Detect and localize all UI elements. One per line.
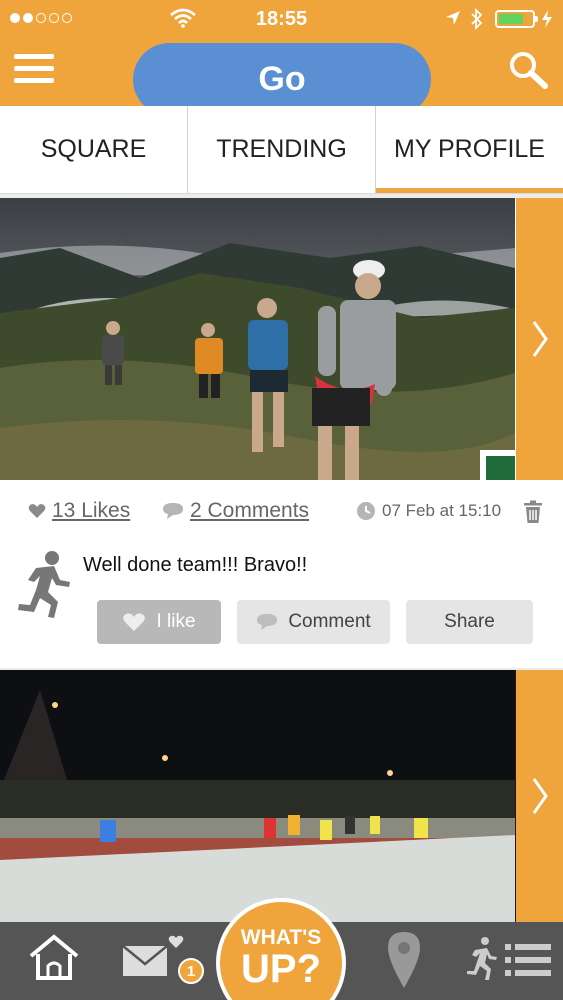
post-actions: I like Comment Share: [97, 600, 533, 644]
post-text: Well done team!!! Bravo!!: [83, 554, 308, 576]
heart-icon: [123, 613, 146, 631]
next-photo-button[interactable]: [516, 198, 563, 480]
post-photo-night-track[interactable]: [0, 670, 515, 922]
speech-bubble-icon: [257, 614, 278, 630]
battery-icon: [495, 10, 538, 28]
comment-button-label: Comment: [288, 611, 371, 632]
tab-trending[interactable]: TRENDING: [188, 106, 376, 193]
tab-bar: SQUARE TRENDING MY PROFILE: [0, 106, 563, 194]
whats-up-line2: UP?: [241, 947, 321, 991]
runner-avatar-icon: [18, 551, 70, 618]
charging-icon: [542, 10, 552, 28]
post-photo-trail-runners[interactable]: [0, 198, 515, 480]
search-icon[interactable]: [507, 50, 549, 90]
comment-button[interactable]: Comment: [237, 600, 390, 644]
like-button-label: I like: [156, 611, 196, 632]
share-button[interactable]: Share: [406, 600, 533, 644]
next-photo-button[interactable]: [516, 670, 563, 922]
chevron-right-icon: [532, 778, 548, 814]
post-date: 07 Feb at 15:10: [356, 501, 501, 521]
tab-my-profile[interactable]: MY PROFILE: [376, 106, 563, 193]
trash-icon[interactable]: [522, 500, 544, 524]
share-button-label: Share: [444, 611, 495, 632]
comments-count[interactable]: 2 Comments: [190, 499, 309, 523]
hamburger-menu-icon[interactable]: [14, 54, 54, 84]
bluetooth-icon: [471, 8, 483, 30]
chevron-right-icon: [532, 321, 548, 357]
clock-icon: [357, 502, 375, 520]
likes-count[interactable]: 13 Likes: [52, 499, 130, 523]
tab-square[interactable]: SQUARE: [0, 106, 188, 193]
likes-link[interactable]: 13 Likes: [28, 499, 130, 523]
messages-badge: 1: [178, 958, 204, 984]
speech-bubble-icon: [163, 503, 183, 519]
comments-link[interactable]: 2 Comments: [162, 499, 309, 523]
heart-icon: [28, 504, 46, 518]
home-icon[interactable]: [28, 934, 80, 982]
feed-post: 13 Likes 2 Comments 07 Feb at 15:10 Well…: [0, 198, 563, 668]
status-bar: 18:55: [0, 0, 563, 38]
feed-post: [0, 670, 563, 922]
app-header: 18:55 Go: [0, 0, 563, 116]
post-date-text: 07 Feb at 15:10: [382, 501, 502, 520]
location-arrow-icon: [446, 11, 460, 25]
activity-list-icon[interactable]: [465, 936, 555, 984]
post-meta: 13 Likes 2 Comments 07 Feb at 15:10: [0, 480, 563, 542]
map-pin-icon[interactable]: [386, 930, 422, 990]
like-button[interactable]: I like: [97, 600, 221, 644]
